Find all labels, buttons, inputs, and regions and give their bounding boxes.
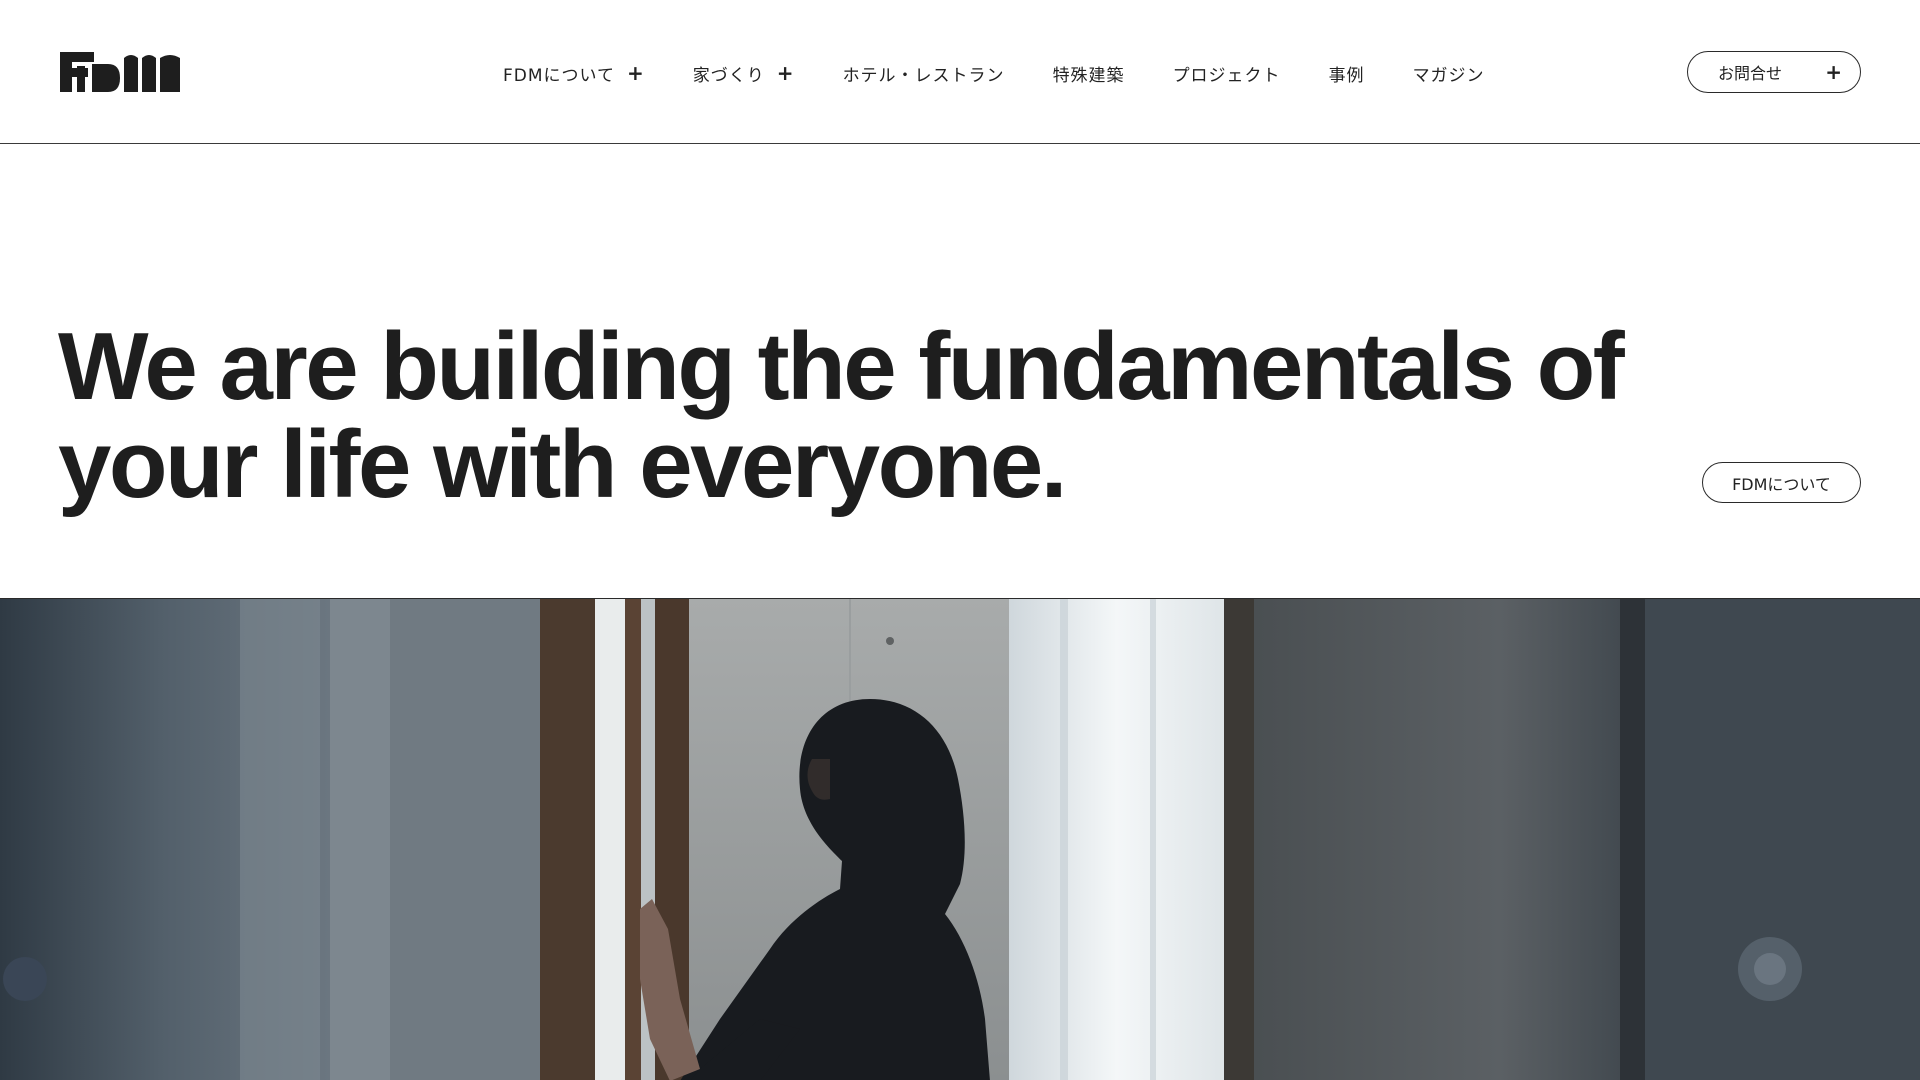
fdm-logo[interactable] [60, 52, 180, 92]
about-fdm-button[interactable]: FDMについて [1702, 462, 1861, 503]
contact-button[interactable]: お問合せ + [1687, 51, 1861, 93]
nav-item-label: マガジン [1412, 65, 1485, 86]
hero-headline-line-1: We are building the fundamentals of [58, 313, 1625, 420]
nav-item-special-architecture[interactable]: 特殊建築 [1053, 61, 1125, 86]
nav-item-projects[interactable]: プロジェクト [1173, 61, 1281, 86]
hero-headline: We are building the fundamentals of your… [58, 318, 1658, 514]
contact-button-label: お問合せ [1718, 64, 1783, 83]
plus-icon: + [1825, 60, 1842, 84]
nav-item-about[interactable]: FDMについて + [503, 61, 645, 86]
nav-item-label: プロジェクト [1172, 65, 1281, 86]
nav-item-hotel-restaurant[interactable]: ホテル・レストラン [843, 61, 1005, 86]
nav-item-house-building[interactable]: 家づくり + [693, 61, 795, 86]
site-header: FDMについて + 家づくり + ホテル・レストラン 特殊建築 プロジェクト 事… [0, 0, 1920, 144]
nav-item-label: ホテル・レストラン [842, 65, 1005, 86]
hero-photo-illustration [0, 599, 1920, 1080]
nav-item-label: 特殊建築 [1052, 65, 1125, 86]
hero-headline-line-2: your life with everyone. [58, 411, 1067, 518]
main-nav: FDMについて + 家づくり + ホテル・レストラン 特殊建築 プロジェクト 事… [503, 58, 1485, 88]
hero-photo [0, 598, 1920, 1080]
about-fdm-button-label: FDMについて [1732, 474, 1831, 494]
plus-icon: + [776, 61, 795, 85]
nav-item-magazine[interactable]: マガジン [1413, 61, 1485, 86]
plus-icon: + [627, 61, 645, 85]
nav-item-label: 家づくり [692, 65, 765, 86]
nav-item-cases[interactable]: 事例 [1329, 61, 1365, 86]
nav-item-label: FDMについて [503, 65, 616, 86]
nav-item-label: 事例 [1328, 65, 1365, 86]
